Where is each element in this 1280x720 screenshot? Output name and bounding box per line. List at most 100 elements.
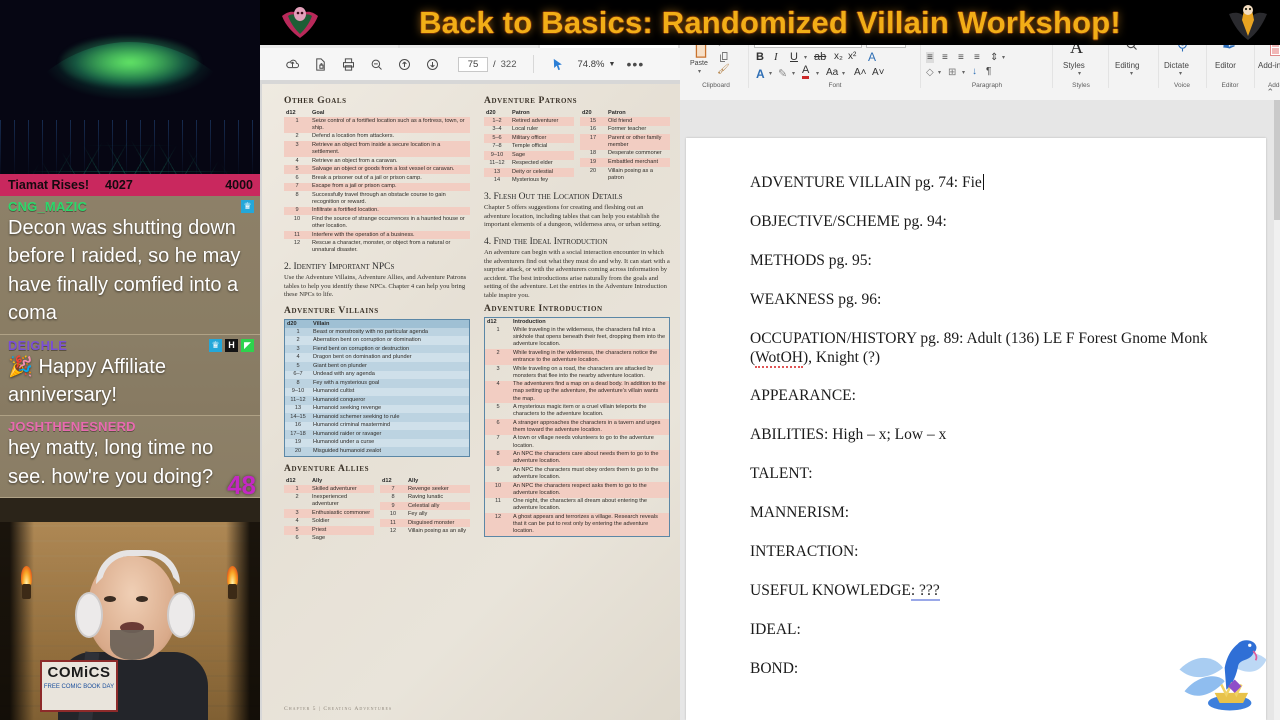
table-cell-die: 19 <box>284 438 311 448</box>
table-cell-die: 1 <box>284 327 311 337</box>
text-highlight-icon[interactable]: ✎ <box>778 67 787 80</box>
pdf-viewport[interactable]: Other Goals d12 Goal 1 Seize control of a… <box>260 80 680 720</box>
pdf-page: Other Goals d12 Goal 1 Seize control of a… <box>262 84 680 720</box>
editor-label[interactable]: Editor <box>1215 61 1236 70</box>
bold-icon[interactable]: B <box>756 51 764 63</box>
table-cell-value: Fey with a mysterious goal <box>311 379 470 388</box>
align-left-icon[interactable]: ≡ <box>926 52 934 63</box>
chat-panel[interactable]: ♛ CNG_MAZIC Decon was shutting down befo… <box>0 196 260 522</box>
table-cell-die: 13 <box>484 168 510 177</box>
strikethrough-icon[interactable]: ab <box>814 51 826 63</box>
chat-message-text: hey matty, long time no see. how're you … <box>8 437 214 488</box>
column-header-die: d20 <box>287 320 297 327</box>
protect-file-icon[interactable] <box>312 56 328 72</box>
table-row: 14 Mysterious fey <box>484 177 574 186</box>
chevron-down-icon[interactable]: ▾ <box>962 69 965 76</box>
table-row: 2 Inexperienced adventurer <box>284 493 374 509</box>
table-cell-die: 3 <box>284 344 311 354</box>
stream-title-banner: Back to Basics: Randomized Villain Works… <box>260 0 1280 45</box>
chevron-down-icon[interactable]: ▾ <box>1179 70 1182 77</box>
table-cell-value: Giant bent on plunder <box>311 361 470 371</box>
styles-label[interactable]: Styles <box>1063 61 1085 70</box>
align-right-icon[interactable]: ≡ <box>958 52 964 63</box>
chat-username[interactable]: CNG_MAZIC <box>8 199 252 214</box>
font-color-icon[interactable]: A <box>802 65 810 79</box>
adventure-allies-rows-right: 7 Revenge seeker 8 Raving lunatic 9 Celestial… <box>380 484 470 536</box>
paste-label[interactable]: Paste <box>690 60 708 67</box>
chevron-down-icon[interactable]: ▾ <box>938 69 941 76</box>
streamer-beard <box>110 630 154 660</box>
ideal-introduction-heading: 4. Find the Ideal Introduction <box>484 236 608 247</box>
table-row: 2 Defend a location from attackers. <box>284 133 470 142</box>
adventure-patrons-rows-right: 15 Old friend 16 Former teacher 17 Parent or … <box>580 117 670 183</box>
align-center-icon[interactable]: ≡ <box>942 52 948 63</box>
dictate-label[interactable]: Dictate <box>1164 61 1189 70</box>
chevron-down-icon[interactable]: ▾ <box>842 70 845 77</box>
chevron-down-icon[interactable]: ▾ <box>1078 70 1081 77</box>
select-cursor-icon[interactable] <box>550 56 566 72</box>
chevron-down-icon[interactable]: ▾ <box>1130 70 1133 77</box>
page-indicator[interactable]: 75 / 322 <box>458 56 517 72</box>
chat-message: ♛ CNG_MAZIC Decon was shutting down befo… <box>0 196 260 335</box>
grow-font-icon[interactable]: A˄ <box>854 67 867 78</box>
zoom-out-icon[interactable] <box>368 56 384 72</box>
page-up-icon[interactable] <box>396 56 412 72</box>
shading-icon[interactable]: ◇ <box>926 67 934 78</box>
chat-username[interactable]: JOSHTHENESNERD <box>8 419 252 434</box>
chevron-down-icon[interactable]: ▼ <box>608 61 615 68</box>
more-options-icon[interactable]: ••• <box>627 56 644 72</box>
subscriber-badge-icon: ♛ <box>209 338 222 352</box>
column-header-introduction: Introduction <box>513 319 546 326</box>
table-row: 5 A mysterious magic item or a cruel vill… <box>485 403 670 419</box>
scrollbar-thumb[interactable] <box>1274 100 1280 220</box>
format-painter-icon[interactable]: 🖌 <box>717 64 730 75</box>
doc-line: OCCUPATION/HISTORY pg. 89: Adult (136) L… <box>750 329 1208 368</box>
doc-line: BOND: <box>750 659 799 677</box>
page-number-input[interactable]: 75 <box>458 56 488 72</box>
document-scrollbar[interactable] <box>1274 100 1280 720</box>
show-marks-icon[interactable]: ¶ <box>986 66 991 77</box>
subscript-icon[interactable]: x₂ <box>834 51 843 62</box>
table-cell-value: An NPC the characters must obey orders t… <box>513 466 659 480</box>
document-text[interactable]: ADVENTURE VILLAIN pg. 74: Fie OBJECTIVE/… <box>750 174 1230 699</box>
addins-label[interactable]: Add-ins <box>1258 61 1280 70</box>
superscript-icon[interactable]: x² <box>848 51 856 62</box>
chevron-down-icon[interactable]: ▾ <box>698 68 701 75</box>
italic-icon[interactable]: I <box>774 51 778 63</box>
underline-icon[interactable]: U <box>790 51 798 63</box>
borders-icon[interactable]: ⊞ <box>948 67 956 78</box>
chevron-down-icon[interactable]: ▾ <box>792 70 795 77</box>
chevron-down-icon[interactable]: ▾ <box>769 70 772 77</box>
table-row: 3 Retrieve an object from inside a secure… <box>284 141 470 157</box>
table-row: 14–15 Humanoid schemer seeking to rule <box>284 413 470 422</box>
line-spacing-icon[interactable]: ⇕ <box>990 52 998 63</box>
table-row: 3–4 Local ruler <box>484 126 574 135</box>
chevron-down-icon[interactable]: ▾ <box>804 54 807 61</box>
table-cell-die: 17 <box>580 134 606 150</box>
table-cell-value: Fey ally <box>408 511 428 518</box>
shrink-font-icon[interactable]: A˅ <box>872 67 885 78</box>
chevron-down-icon[interactable]: ▾ <box>816 70 819 77</box>
ribbon-group-label: Clipboard <box>702 82 730 89</box>
table-cell-die: 8 <box>484 450 511 467</box>
zoom-level-control[interactable]: 74.8% ▼ <box>578 59 616 70</box>
table-cell-die: 7 <box>284 182 310 192</box>
table-row: 10 Find the source of strange occurrences… <box>284 215 470 231</box>
justify-icon[interactable]: ≡ <box>974 52 980 63</box>
word-document-canvas[interactable]: ADVENTURE VILLAIN pg. 74: Fie OBJECTIVE/… <box>680 100 1280 720</box>
table-cell-value: Humanoid under a curse <box>311 438 470 448</box>
text-effects-icon[interactable]: A <box>756 67 765 81</box>
clear-formatting-icon[interactable]: A <box>868 50 876 64</box>
upload-cloud-icon[interactable] <box>284 56 300 72</box>
chevron-up-icon[interactable]: ⌃ <box>1266 87 1274 98</box>
print-icon[interactable] <box>340 56 356 72</box>
change-case-icon[interactable]: Aa <box>826 67 838 78</box>
editing-label[interactable]: Editing <box>1115 61 1139 70</box>
moderator-badge-icon: H <box>225 338 238 352</box>
table-row: 5 Priest <box>284 526 374 535</box>
page-down-icon[interactable] <box>424 56 440 72</box>
table-cell-value: Rescue a character, monster, or object f… <box>312 240 451 254</box>
table-cell-value: Former teacher <box>608 126 647 133</box>
sort-icon[interactable]: ↓ <box>972 66 977 77</box>
chevron-down-icon[interactable]: ▾ <box>1002 54 1005 61</box>
